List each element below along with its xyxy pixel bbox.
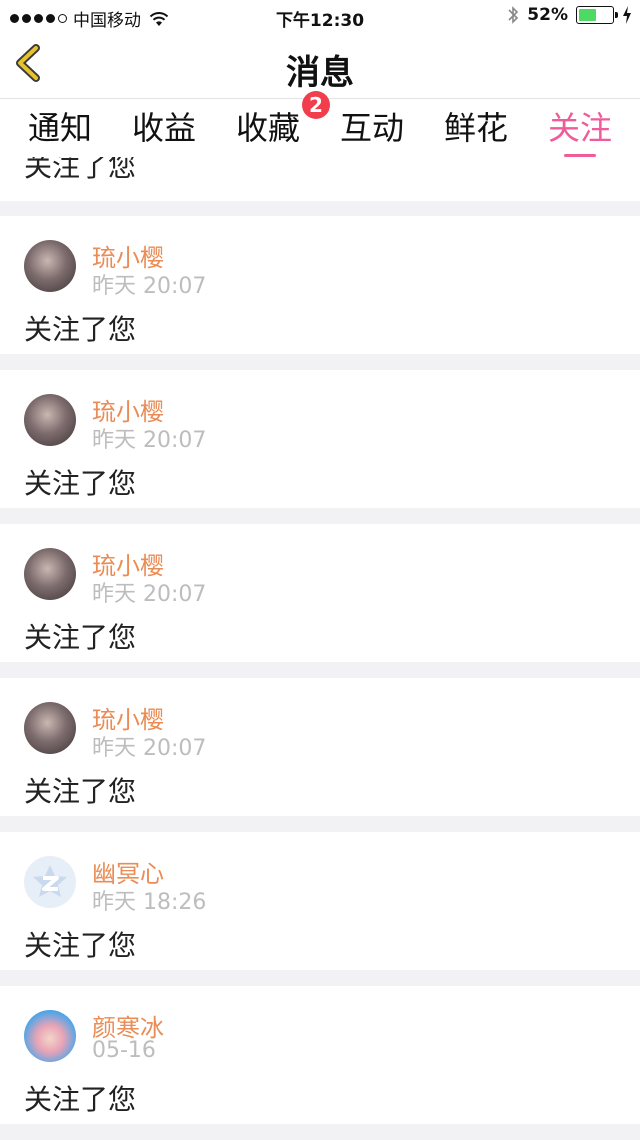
status-right: 52% <box>507 5 632 25</box>
unread-badge: 2 <box>302 91 330 119</box>
timestamp: 昨天 20:07 <box>92 736 207 761</box>
follow-message: 关注了您 <box>24 621 137 654</box>
list-item[interactable]: 幽冥心 昨天 18:26 关注了您 <box>0 832 640 970</box>
list-item[interactable]: 颜寒冰 05-16 关注了您 <box>0 986 640 1124</box>
tab-earnings[interactable]: 收益 <box>130 103 198 153</box>
tab-notifications[interactable]: 通知 <box>26 103 94 153</box>
list-item-partial[interactable]: 关注了您 <box>0 157 640 201</box>
bluetooth-icon <box>508 6 519 24</box>
avatar[interactable] <box>24 394 76 446</box>
timestamp: 05-16 <box>92 1038 156 1063</box>
timestamp: 昨天 20:07 <box>92 582 207 607</box>
follow-message: 关注了您 <box>24 1083 137 1116</box>
default-avatar-icon <box>33 865 67 897</box>
timestamp: 昨天 20:07 <box>92 428 207 453</box>
tab-flowers[interactable]: 鲜花 <box>442 103 510 153</box>
charging-bolt-icon <box>623 6 631 24</box>
tab-label: 互动 <box>339 109 404 147</box>
avatar[interactable] <box>24 548 76 600</box>
list-item[interactable]: 琉小樱 昨天 20:07 关注了您 <box>0 370 640 508</box>
status-bar: 中国移动 下午12:30 52% <box>0 0 640 31</box>
follow-message: 关注了您 <box>24 929 137 962</box>
follow-message: 关注了您 <box>24 775 137 808</box>
tab-label: 关注 <box>547 109 612 147</box>
follow-message: 关注了您 <box>24 157 137 183</box>
list-item[interactable]: 琉小樱 昨天 20:07 关注了您 <box>0 678 640 816</box>
tab-bar: 通知 收益 收藏 2 互动 鲜花 关注 <box>0 91 640 157</box>
list-item[interactable]: 琉小樱 昨天 20:07 关注了您 <box>0 216 640 354</box>
avatar[interactable] <box>24 702 76 754</box>
battery-icon <box>576 6 618 24</box>
battery-level <box>579 9 596 21</box>
page-title: 消息 <box>286 53 354 93</box>
tab-label: 收藏 <box>235 109 300 147</box>
list-item[interactable]: 琉小樱 昨天 20:07 关注了您 <box>0 524 640 662</box>
tab-label: 通知 <box>27 109 92 147</box>
tab-label: 鲜花 <box>443 109 508 147</box>
tab-favorites[interactable]: 收藏 2 <box>234 91 330 153</box>
follow-message: 关注了您 <box>24 313 137 346</box>
timestamp: 昨天 18:26 <box>92 890 207 915</box>
avatar[interactable] <box>24 856 76 908</box>
navigation-bar: 消息 <box>0 31 640 99</box>
timestamp: 昨天 20:07 <box>92 274 207 299</box>
follow-list: 琉小樱 昨天 20:07 关注了您 琉小樱 昨天 20:07 关注了您 琉小樱 … <box>0 216 640 1140</box>
avatar[interactable] <box>24 1010 76 1062</box>
follow-message: 关注了您 <box>24 467 137 500</box>
tab-interactions[interactable]: 互动 <box>338 103 406 153</box>
tab-label: 收益 <box>131 109 196 147</box>
battery-percent: 52% <box>527 5 568 25</box>
avatar[interactable] <box>24 240 76 292</box>
tab-follows[interactable]: 关注 <box>546 103 614 157</box>
